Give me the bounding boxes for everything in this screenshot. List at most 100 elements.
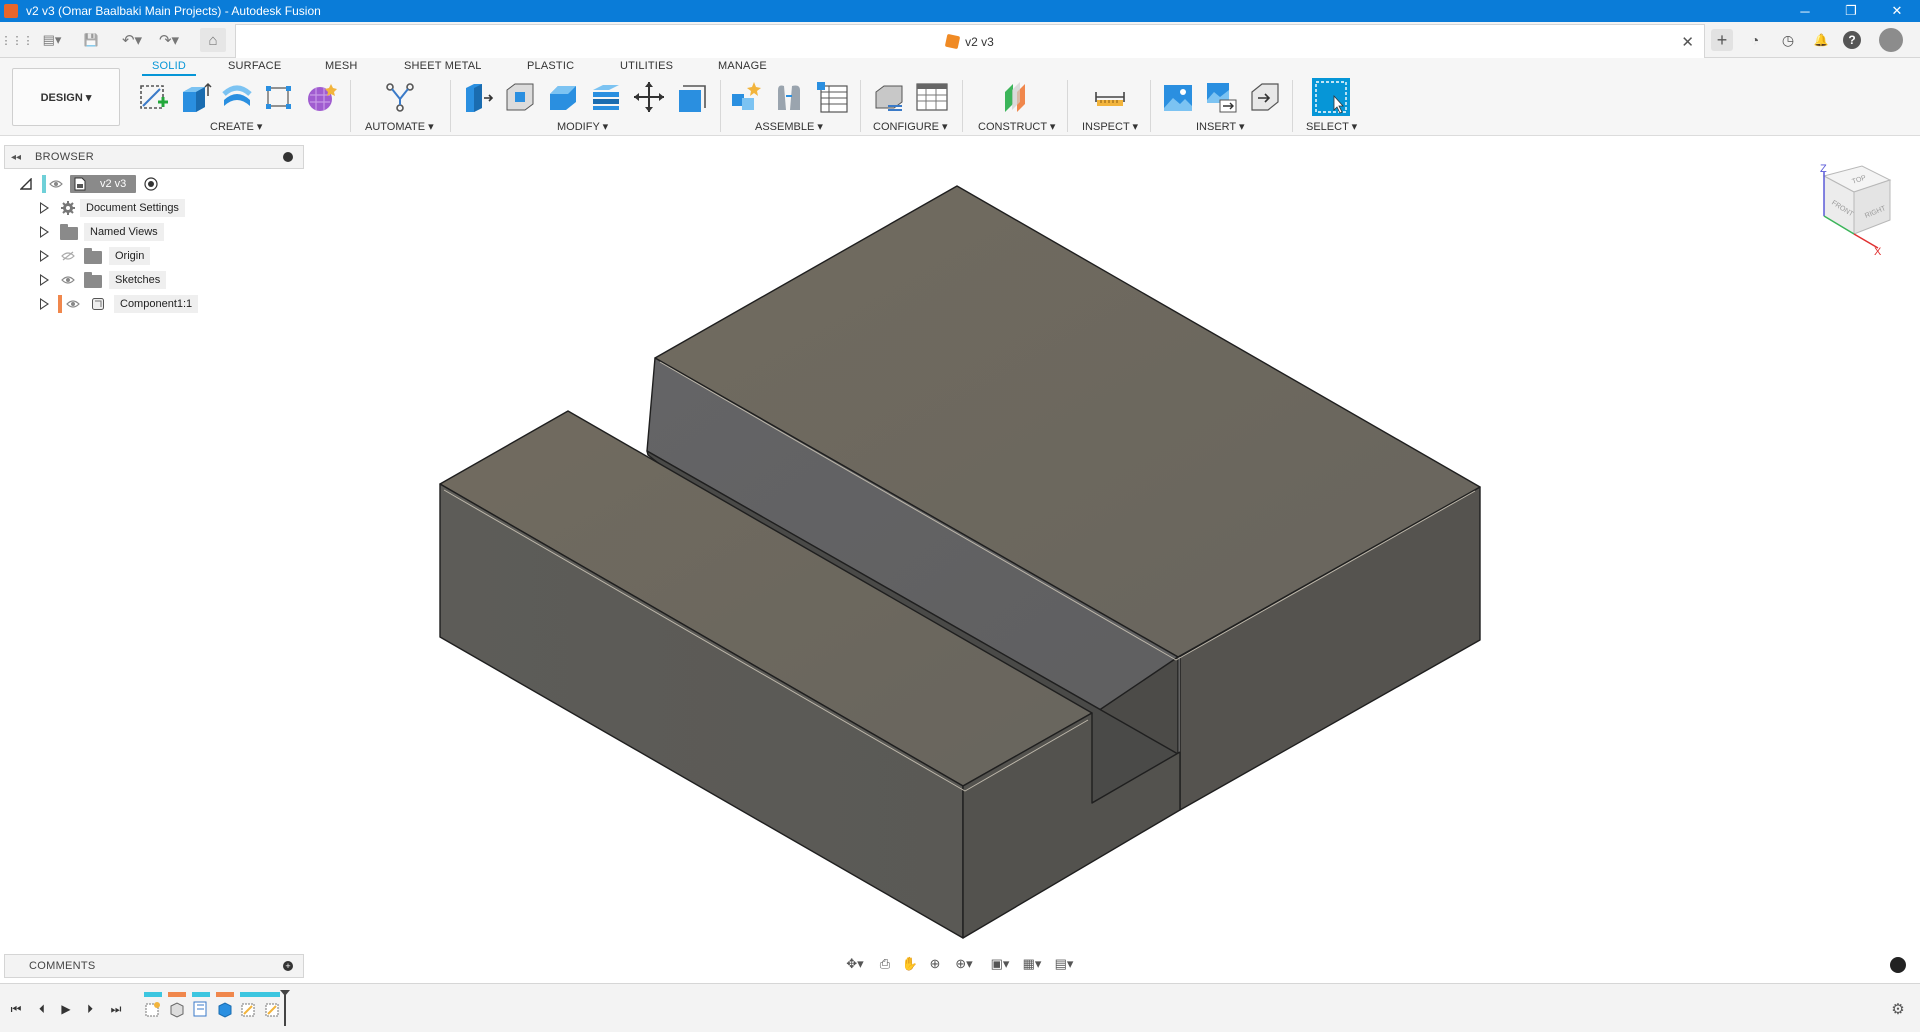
model-viewport[interactable] (0, 136, 1920, 948)
new-tab-icon[interactable]: + (1711, 29, 1733, 51)
viewcube[interactable]: Z X TOP FRONT RIGHT (1810, 158, 1910, 262)
measure-icon[interactable] (1093, 80, 1127, 114)
orbit-icon[interactable]: ✥▾ (842, 954, 868, 974)
timeline-marker (240, 992, 280, 997)
add-comment-icon[interactable]: + (283, 961, 293, 971)
automate-group-label[interactable]: AUTOMATE ▾ (365, 120, 434, 133)
timeline-next-icon[interactable]: ⏵ (82, 1001, 98, 1017)
ribbon-separator (350, 80, 351, 132)
ribbon-separator (962, 80, 963, 132)
ribbon-separator (1150, 80, 1151, 132)
timeline-sketch-icon[interactable] (240, 1000, 258, 1018)
insert-group-label[interactable]: INSERT ▾ (1196, 120, 1245, 133)
viewports-icon[interactable]: ▤▾ (1050, 954, 1078, 974)
timeline-extrude-icon[interactable] (216, 1000, 234, 1018)
close-tab-icon[interactable]: ✕ (1681, 33, 1694, 51)
modify-group-label[interactable]: MODIFY ▾ (557, 120, 608, 133)
align-icon[interactable] (675, 80, 709, 114)
tab-plastic[interactable]: PLASTIC (527, 60, 574, 72)
select-group-label[interactable]: SELECT ▾ (1306, 120, 1357, 133)
extensions-icon[interactable]: ◔ (1744, 29, 1766, 51)
app-grid-icon[interactable]: ⋮⋮⋮ (1, 28, 34, 52)
bill-of-materials-icon[interactable] (815, 80, 849, 114)
profile-avatar[interactable]: ● (1879, 28, 1903, 52)
document-tab[interactable]: v2 v3 ✕ (235, 24, 1705, 58)
quick-access-toolbar: ⋮⋮⋮ ▤▾ 💾 ↶▾ ↷▾ ⌂ v2 v3 ✕ + ◔ ◷ 🔔 ? ● (0, 22, 1920, 58)
feedback-icon[interactable] (1890, 957, 1906, 973)
timeline-extrude-icon[interactable] (168, 1000, 186, 1018)
pan-icon[interactable]: ✋ (899, 954, 921, 974)
home-icon[interactable]: ⌂ (200, 28, 226, 52)
insert-mesh-icon[interactable] (1248, 80, 1282, 114)
insert-image-icon[interactable] (1161, 80, 1195, 114)
tab-manage[interactable]: MANAGE (718, 60, 767, 72)
tab-mesh[interactable]: MESH (325, 60, 358, 72)
timeline-marker (168, 992, 186, 997)
ribbon-separator (450, 80, 451, 132)
insert-canvas-icon[interactable] (1204, 80, 1238, 114)
joint-icon[interactable] (772, 80, 806, 114)
revolve-icon[interactable] (220, 80, 254, 114)
timeline-play-icon[interactable]: ▶ (58, 1001, 74, 1017)
job-status-icon[interactable]: ◷ (1777, 29, 1799, 51)
configuration-table-icon[interactable] (915, 80, 949, 114)
ribbon-separator (720, 80, 721, 132)
inspect-group-label[interactable]: INSPECT ▾ (1082, 120, 1138, 133)
window-title: v2 v3 (Omar Baalbaki Main Projects) - Au… (26, 4, 321, 18)
axis-x-label: X (1874, 246, 1882, 258)
undo-icon[interactable]: ↶▾ (118, 28, 146, 52)
timeline-sketch-icon[interactable] (144, 1000, 162, 1018)
grid-snaps-icon[interactable]: ▦▾ (1018, 954, 1046, 974)
automate-icon[interactable] (383, 80, 417, 114)
file-menu-icon[interactable]: ▤▾ (38, 28, 66, 52)
timeline-sketch-icon[interactable] (192, 1000, 210, 1018)
help-icon[interactable]: ? (1843, 31, 1861, 49)
create-group-label[interactable]: CREATE ▾ (210, 120, 262, 133)
minimize-button[interactable]: ─ (1782, 0, 1828, 22)
timeline-first-icon[interactable]: ⏮ (8, 1001, 24, 1017)
timeline-sketch-icon[interactable] (264, 1000, 282, 1018)
press-pull-icon[interactable] (460, 80, 494, 114)
form-icon[interactable] (304, 80, 338, 114)
new-component-icon[interactable] (728, 80, 762, 114)
select-icon[interactable] (1312, 78, 1350, 116)
create-sketch-icon[interactable] (136, 80, 170, 114)
extrude-icon[interactable] (178, 80, 212, 114)
fusion-app-icon (4, 4, 18, 18)
tab-utilities[interactable]: UTILITIES (620, 60, 673, 72)
offset-plane-icon[interactable] (999, 80, 1033, 114)
close-window-button[interactable]: ✕ (1874, 0, 1920, 22)
model-body (439, 185, 1481, 939)
notifications-icon[interactable]: 🔔 (1810, 29, 1832, 51)
assemble-group-label[interactable]: ASSEMBLE ▾ (755, 120, 823, 133)
display-settings-icon[interactable]: ▣▾ (986, 954, 1014, 974)
tab-surface[interactable]: SURFACE (228, 60, 281, 72)
workspace-switcher[interactable]: DESIGN ▾ (12, 68, 120, 126)
chamfer-icon[interactable] (546, 80, 580, 114)
configure-design-icon[interactable] (872, 80, 906, 114)
timeline-playhead-handle[interactable] (280, 990, 290, 996)
move-copy-icon[interactable] (632, 80, 666, 114)
timeline-settings-icon[interactable]: ⚙ (1890, 1001, 1906, 1018)
tab-solid[interactable]: SOLID (141, 60, 197, 76)
construct-group-label[interactable]: CONSTRUCT ▾ (978, 120, 1055, 133)
design-cube-icon (944, 33, 961, 50)
timeline-previous-icon[interactable]: ⏴ (34, 1001, 50, 1017)
fillet-icon[interactable] (503, 80, 537, 114)
configure-group-label[interactable]: CONFIGURE ▾ (873, 120, 948, 133)
fit-view-icon[interactable]: ⊕▾ (950, 954, 978, 974)
look-at-icon[interactable]: ⎙ (874, 954, 896, 974)
comments-title: COMMENTS (29, 960, 96, 972)
timeline-bar: ⏮ ⏴ ▶ ⏵ ⏭ ⚙ (0, 983, 1920, 1032)
timeline-marker (216, 992, 234, 997)
sweep-icon[interactable] (262, 80, 296, 114)
tab-sheet-metal[interactable]: SHEET METAL (404, 60, 482, 72)
save-icon[interactable]: 💾 (80, 28, 102, 52)
ribbon-separator (1292, 80, 1293, 132)
shell-icon[interactable] (589, 80, 623, 114)
redo-icon[interactable]: ↷▾ (155, 28, 183, 52)
maximize-button[interactable]: ❐ (1828, 0, 1874, 22)
timeline-playhead[interactable] (284, 992, 286, 1026)
timeline-last-icon[interactable]: ⏭ (108, 1001, 124, 1017)
zoom-icon[interactable]: ⊕ (924, 954, 946, 974)
